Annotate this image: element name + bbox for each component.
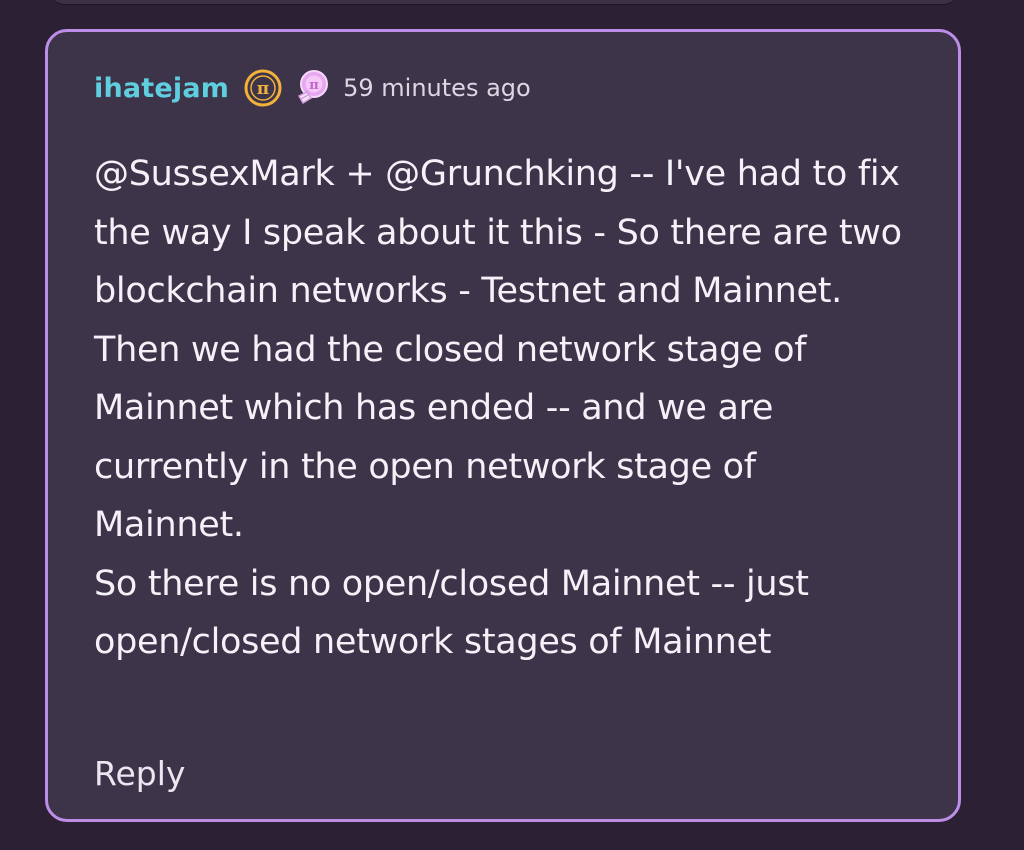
comment-username[interactable]: ihatejam xyxy=(94,73,229,104)
pi-lightbulb-badge-icon: π xyxy=(291,68,331,108)
comment-meta: ihatejam π π 59 minutes ago xyxy=(94,68,531,108)
comment-paragraph: Then we had the closed network stage of … xyxy=(94,329,807,546)
comment-timestamp: 59 minutes ago xyxy=(343,74,531,102)
comment-body: @SussexMark + @Grunchking -- I've had to… xyxy=(94,145,914,672)
comments-page: ihatejam π π 59 minutes ago @SussexMark … xyxy=(0,0,1024,850)
previous-comment-card xyxy=(48,0,960,4)
comment-paragraph: @SussexMark + @Grunchking -- I've had to… xyxy=(94,154,902,311)
reply-button[interactable]: Reply xyxy=(94,754,185,793)
svg-text:π: π xyxy=(257,79,269,99)
svg-text:π: π xyxy=(309,78,319,93)
comment-card: ihatejam π π 59 minutes ago @SussexMark … xyxy=(45,29,961,822)
pi-coin-badge-icon: π xyxy=(243,68,283,108)
comment-paragraph: So there is no open/closed Mainnet -- ju… xyxy=(94,563,809,663)
